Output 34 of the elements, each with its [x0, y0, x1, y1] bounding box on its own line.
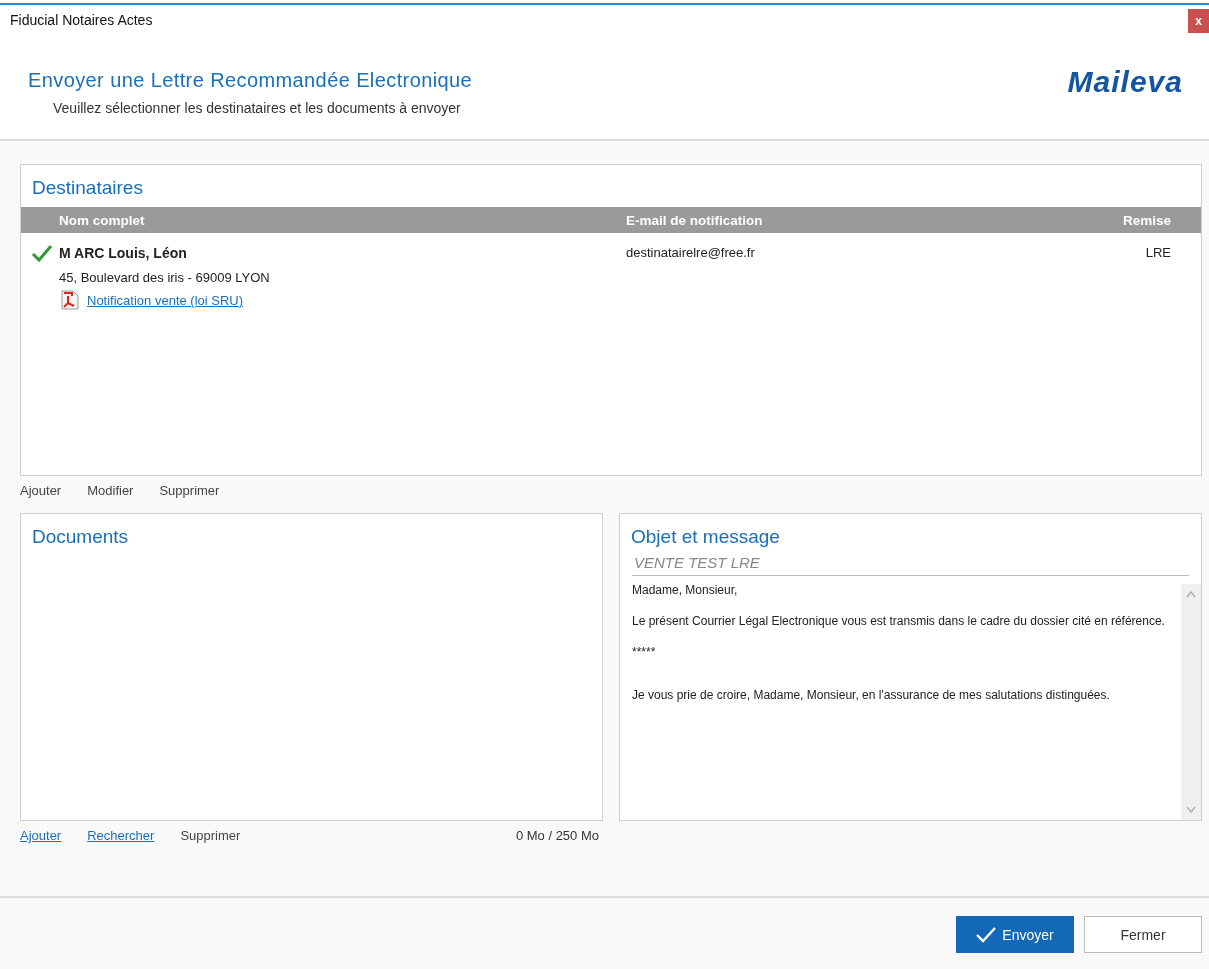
dialog-subtitle: Veuillez sélectionner les destinataires et les documents à envoyer — [52, 100, 462, 116]
column-header: Nom complet — [58, 212, 146, 228]
panel-title: Objet et message — [630, 525, 781, 549]
action-label[interactable]: Ajouter — [20, 483, 62, 506]
message-paragraph: Le présent Courrier Légal Electronique vous est transmis dans le cadre du dossier cité en référence. — [632, 613, 1166, 630]
document-link[interactable]: Notification vente (loi SRU) — [87, 292, 244, 308]
dialog-title: Envoyer une Lettre Recommandée Electronique — [28, 69, 473, 92]
action-label[interactable]: Supprimer — [180, 828, 241, 851]
scrollbar[interactable] — [1181, 584, 1201, 820]
table-cell-text: destinatairelre@free.fr — [626, 244, 756, 262]
recipient-address: 45, Boulevard des iris - 69009 LYON — [58, 270, 271, 285]
check-icon — [976, 926, 997, 943]
logo: Maileva — [1067, 64, 1183, 100]
close-dialog-button[interactable]: Fermer — [1084, 916, 1202, 953]
message-paragraph: Je vous prie de croire, Madame, Monsieur, en l'assurance de mes salutations distinguées. — [632, 687, 1111, 704]
panel-title: Destinataires — [31, 176, 144, 200]
close-button[interactable]: x — [1188, 9, 1209, 33]
message-paragraph: ***** — [632, 644, 657, 661]
action-label[interactable]: Supprimer — [159, 483, 220, 506]
window-title: Fiducial Notaires Actes — [10, 12, 153, 28]
message-paragraph: Madame, Monsieur, — [632, 582, 739, 599]
action-link[interactable]: Rechercher — [87, 828, 155, 851]
column-header: E-mail de notification — [626, 212, 764, 228]
column-header: Remise — [1121, 212, 1172, 228]
action-link[interactable]: Ajouter — [20, 828, 62, 851]
scroll-up-icon — [1186, 590, 1196, 598]
size-indicator: 0 Mo / 250 Mo — [515, 828, 600, 845]
recipient-name: M ARC Louis, Léon — [59, 245, 187, 261]
panel-title: Documents — [31, 525, 130, 549]
send-button[interactable]: Envoyer — [956, 916, 1074, 953]
table-cell-text: LRE — [1144, 244, 1172, 262]
action-label[interactable]: Modifier — [87, 483, 134, 506]
pdf-file-icon — [61, 290, 79, 310]
scroll-down-icon — [1186, 806, 1196, 814]
